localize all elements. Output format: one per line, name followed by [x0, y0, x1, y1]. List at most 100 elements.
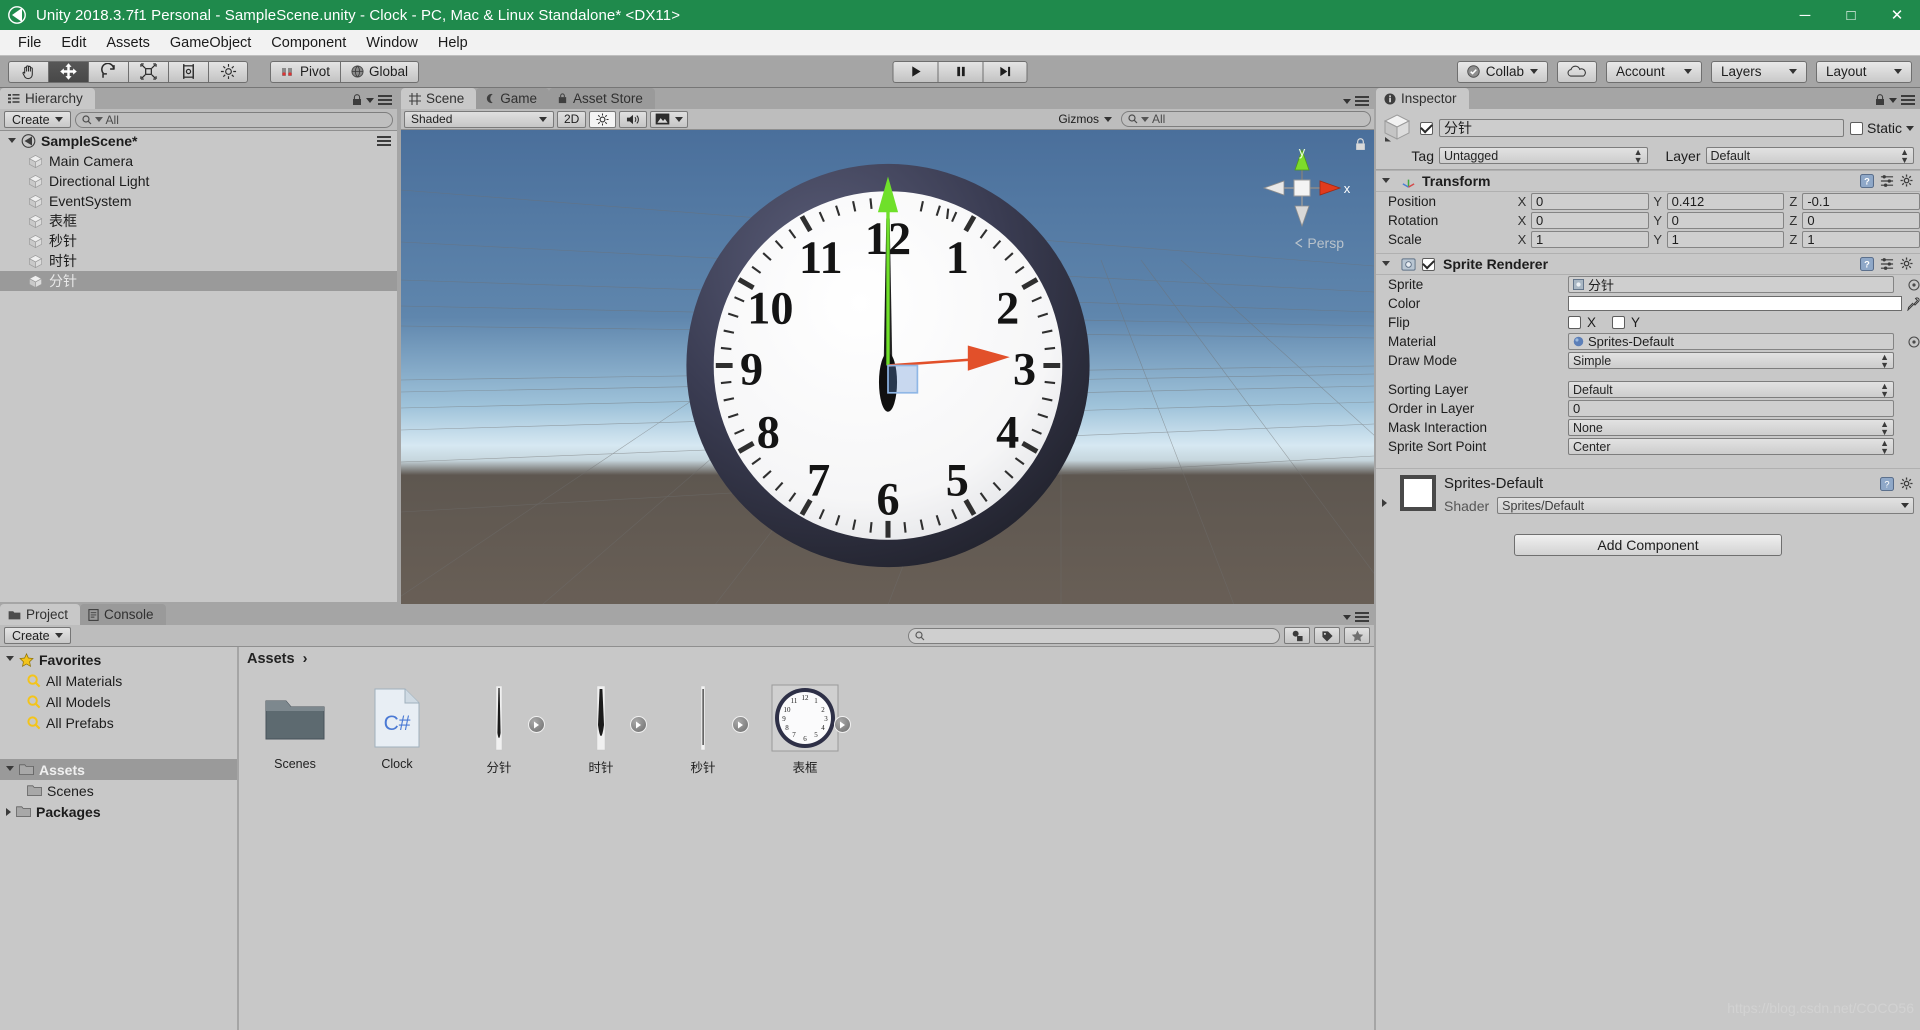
- eyedropper-icon[interactable]: [1906, 296, 1920, 311]
- tab-inspector[interactable]: Inspector: [1376, 88, 1469, 109]
- tab-game[interactable]: Game: [476, 88, 550, 109]
- flip-y-checkbox[interactable]: [1612, 316, 1626, 329]
- sprite-renderer-component-header[interactable]: Sprite Renderer ?: [1376, 253, 1920, 275]
- chevron-down-icon[interactable]: [6, 656, 14, 665]
- color-swatch[interactable]: [1568, 296, 1902, 311]
- play-button[interactable]: [892, 60, 938, 83]
- position-x-input[interactable]: 0: [1531, 193, 1649, 210]
- scene-lighting-toggle[interactable]: [589, 110, 617, 128]
- chevron-right-icon[interactable]: [1382, 499, 1387, 507]
- add-component-button[interactable]: Add Component: [1514, 534, 1782, 556]
- static-checkbox[interactable]: [1849, 121, 1863, 135]
- scene-fx-toggle[interactable]: [650, 110, 689, 128]
- maximize-button[interactable]: □: [1828, 0, 1874, 30]
- hierarchy-item-miaozhen[interactable]: 秒针: [0, 231, 397, 251]
- shading-mode-dropdown[interactable]: Shaded: [404, 110, 554, 128]
- transform-tool-button[interactable]: [208, 60, 248, 83]
- rotation-z-input[interactable]: 0: [1802, 212, 1920, 229]
- chevron-down-icon[interactable]: [1382, 177, 1390, 187]
- chevron-down-icon[interactable]: [1343, 614, 1351, 620]
- sprite-renderer-enabled-checkbox[interactable]: [1422, 257, 1435, 271]
- chevron-down-icon[interactable]: [1343, 98, 1351, 104]
- tree-item-assets[interactable]: Assets: [0, 759, 237, 780]
- asset-expand-button[interactable]: [630, 716, 647, 733]
- asset-expand-button[interactable]: [528, 716, 545, 733]
- menu-gameobject[interactable]: GameObject: [160, 33, 261, 53]
- hand-tool-button[interactable]: [8, 60, 48, 83]
- tree-item-scenes[interactable]: Scenes: [0, 780, 237, 801]
- layer-dropdown[interactable]: Default ▲ ▼: [1705, 147, 1914, 164]
- pivot-toggle-button[interactable]: Pivot: [270, 60, 341, 83]
- scale-y-input[interactable]: 1: [1666, 231, 1785, 248]
- asset-item-clock-script[interactable]: C# Clock: [349, 683, 445, 787]
- filter-by-type-button[interactable]: [1284, 627, 1310, 644]
- menu-edit[interactable]: Edit: [51, 33, 96, 53]
- chevron-down-icon[interactable]: [1906, 125, 1914, 131]
- order-in-layer-input[interactable]: 0: [1568, 400, 1894, 417]
- asset-expand-button[interactable]: [732, 716, 749, 733]
- help-icon[interactable]: ?: [1860, 257, 1874, 271]
- tree-item-all-models[interactable]: All Models: [0, 691, 237, 712]
- tree-item-all-prefabs[interactable]: All Prefabs: [0, 712, 237, 733]
- project-create-button[interactable]: Create: [4, 627, 71, 644]
- gear-icon[interactable]: [1900, 174, 1914, 188]
- tree-item-packages[interactable]: Packages: [0, 801, 237, 822]
- lock-icon[interactable]: [352, 94, 362, 106]
- panel-menu-icon[interactable]: [1355, 612, 1369, 622]
- scene-audio-toggle[interactable]: [619, 110, 648, 128]
- tree-item-favorites[interactable]: Favorites: [0, 649, 237, 670]
- position-z-input[interactable]: -0.1: [1802, 193, 1920, 210]
- layers-button[interactable]: Layers: [1711, 60, 1807, 83]
- material-picker-icon[interactable]: [1908, 335, 1920, 348]
- hierarchy-item-shizhen[interactable]: 时针: [0, 251, 397, 271]
- project-search-input[interactable]: [908, 627, 1280, 644]
- asset-item-scenes[interactable]: Scenes: [247, 683, 343, 787]
- step-button[interactable]: [982, 60, 1028, 83]
- chevron-down-icon[interactable]: [1382, 260, 1390, 270]
- scene-menu-icon[interactable]: [377, 136, 391, 146]
- transform-component-header[interactable]: Transform ?: [1376, 170, 1920, 192]
- chevron-down-icon[interactable]: [1889, 97, 1897, 103]
- tree-item-all-materials[interactable]: All Materials: [0, 670, 237, 691]
- asset-item-second-hand[interactable]: 秒针: [655, 683, 751, 787]
- rotation-y-input[interactable]: 0: [1666, 212, 1785, 229]
- static-toggle[interactable]: Static: [1849, 120, 1914, 136]
- menu-assets[interactable]: Assets: [96, 33, 160, 53]
- scale-tool-button[interactable]: [128, 60, 168, 83]
- panel-menu-icon[interactable]: [378, 95, 392, 105]
- layout-button[interactable]: Layout: [1816, 60, 1912, 83]
- chevron-right-icon[interactable]: [6, 807, 11, 816]
- sprite-sort-point-dropdown[interactable]: Center ▲ ▼: [1568, 438, 1894, 455]
- asset-item-hour-hand[interactable]: 时针: [553, 683, 649, 787]
- breadcrumb-assets[interactable]: Assets: [247, 651, 295, 667]
- persp-toggle-icon[interactable]: [1294, 238, 1304, 248]
- tag-dropdown[interactable]: Untagged ▲ ▼: [1439, 147, 1648, 164]
- lock-icon[interactable]: [1875, 94, 1885, 106]
- panel-menu-icon[interactable]: [1901, 95, 1915, 105]
- gear-icon[interactable]: [1900, 257, 1914, 271]
- menu-component[interactable]: Component: [261, 33, 356, 53]
- tab-scene[interactable]: Scene: [401, 88, 477, 109]
- minimize-button[interactable]: ─: [1782, 0, 1828, 30]
- hierarchy-item-eventsystem[interactable]: EventSystem: [0, 191, 397, 211]
- tab-console[interactable]: Console: [80, 604, 166, 625]
- menu-help[interactable]: Help: [428, 33, 478, 53]
- rotation-x-input[interactable]: 0: [1531, 212, 1649, 229]
- rotate-tool-button[interactable]: [88, 60, 128, 83]
- hierarchy-item-directional-light[interactable]: Directional Light: [0, 171, 397, 191]
- chevron-down-icon[interactable]: [6, 766, 14, 775]
- tab-project[interactable]: Project: [0, 604, 81, 625]
- shader-dropdown[interactable]: Sprites/Default: [1497, 497, 1914, 514]
- hierarchy-item-main-camera[interactable]: Main Camera: [0, 151, 397, 171]
- sorting-layer-dropdown[interactable]: Default ▲ ▼: [1568, 381, 1894, 398]
- panel-menu-icon[interactable]: [1355, 96, 1369, 106]
- preset-icon[interactable]: [1880, 174, 1894, 188]
- rect-tool-button[interactable]: [168, 60, 208, 83]
- toggle-2d-button[interactable]: 2D: [557, 110, 587, 128]
- menu-window[interactable]: Window: [356, 33, 428, 53]
- account-button[interactable]: Account: [1606, 60, 1702, 83]
- material-object-field[interactable]: Sprites-Default: [1568, 333, 1894, 350]
- scene-lock-icon[interactable]: [1355, 138, 1366, 154]
- hierarchy-search-input[interactable]: All: [74, 111, 393, 128]
- scene-orientation-gizmo[interactable]: y x Persp: [1248, 140, 1356, 251]
